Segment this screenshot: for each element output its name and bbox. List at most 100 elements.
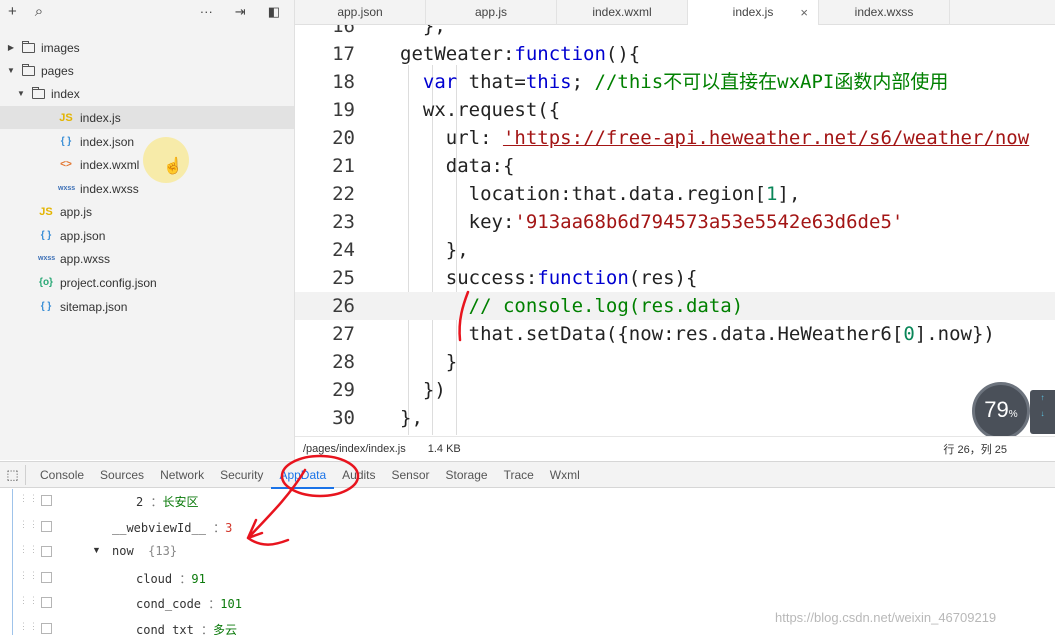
code-token: //this不可以直接在wxAPI函数内部使用 bbox=[594, 71, 949, 93]
drag-handle-icon[interactable]: ⋮⋮ bbox=[19, 494, 38, 507]
drag-handle-icon[interactable]: ⋮⋮ bbox=[19, 545, 38, 558]
devtools-tabs: ⬚ Console Sources Network Security AppData Au… bbox=[0, 461, 1055, 489]
appdata-row[interactable]: ⋮⋮ ▼ now {13} bbox=[0, 540, 1055, 565]
line-number: 29 bbox=[332, 379, 355, 401]
tree-item-pages[interactable]: ▼ pages bbox=[0, 59, 294, 82]
status-bar: /pages/index/index.js 1.4 KB 行 26，列 25 bbox=[295, 436, 1055, 460]
editor-tabs: app.json app.js index.wxml index.js × index.w… bbox=[295, 0, 1055, 26]
line-number: 24 bbox=[332, 239, 355, 261]
json-file-icon: { } bbox=[40, 301, 52, 312]
tree-item-app-js[interactable]: JS app.js bbox=[0, 200, 294, 223]
devtools-tab-trace[interactable]: Trace bbox=[496, 462, 542, 488]
devtools-tab-console[interactable]: Console bbox=[32, 462, 92, 488]
code-token: // console.log(res.data) bbox=[468, 295, 744, 317]
devtools-tab-sensor[interactable]: Sensor bbox=[384, 462, 438, 488]
drag-handle-icon[interactable]: ⋮⋮ bbox=[19, 519, 38, 533]
code-token: wx.request({ bbox=[400, 99, 561, 121]
drag-handle-icon[interactable]: ⋮⋮ bbox=[19, 570, 38, 584]
devtools-tab-audits[interactable]: Audits bbox=[334, 462, 383, 488]
close-icon[interactable]: × bbox=[800, 0, 808, 25]
tab-index-js[interactable]: index.js × bbox=[688, 0, 819, 26]
tree-item-sitemap-json[interactable]: { } sitemap.json bbox=[0, 295, 294, 318]
devtools-tab-appdata[interactable]: AppData bbox=[271, 462, 334, 489]
appdata-row[interactable]: ⋮⋮ __webviewId__ ：3 bbox=[0, 515, 1055, 540]
sort-icon[interactable]: ⇥ bbox=[235, 0, 246, 24]
appdata-value[interactable]: 101 bbox=[220, 597, 242, 611]
row-checkbox[interactable] bbox=[41, 597, 52, 608]
folder-icon bbox=[22, 40, 35, 53]
devtools-tab-wxml[interactable]: Wxml bbox=[542, 462, 588, 488]
drag-handle-icon[interactable]: ⋮⋮ bbox=[19, 596, 38, 609]
tree-item-images[interactable]: ▶ images bbox=[0, 36, 294, 59]
tab-app-js[interactable]: app.js bbox=[426, 0, 557, 25]
folder-icon bbox=[32, 86, 45, 99]
more-icon[interactable]: ··· bbox=[200, 0, 213, 24]
tab-index-wxss[interactable]: index.wxss bbox=[819, 0, 950, 25]
appdata-separator bbox=[134, 544, 148, 558]
tree-item-app-wxss[interactable]: wxss app.wxss bbox=[0, 247, 294, 270]
chevron-down-icon[interactable]: ▼ bbox=[16, 89, 26, 98]
chevron-right-icon[interactable]: ▶ bbox=[6, 43, 16, 52]
appdata-value[interactable]: 长安区 bbox=[162, 495, 198, 509]
code-line: 24 }, bbox=[295, 236, 469, 264]
performance-meter[interactable]: 79% bbox=[972, 382, 1030, 440]
tree-item-index-wxss[interactable]: wxss index.wxss bbox=[0, 177, 294, 200]
appdata-value[interactable]: 3 bbox=[225, 521, 232, 535]
chevron-down-icon[interactable]: ▼ bbox=[92, 545, 101, 555]
tree-item-index-js[interactable]: JS index.js bbox=[0, 106, 294, 129]
inspect-element-icon[interactable]: ⬚ bbox=[0, 464, 26, 485]
collapse-panel-icon[interactable]: ◧ bbox=[268, 0, 280, 24]
tree-item-project-config-json[interactable]: {o} project.config.json bbox=[0, 271, 294, 294]
chevron-down-icon[interactable]: ▼ bbox=[6, 66, 16, 75]
code-line: 20 url: 'https://free-api.heweather.net/… bbox=[295, 124, 1029, 152]
appdata-value[interactable]: 91 bbox=[191, 572, 205, 586]
appdata-entry: cond_code ：101 bbox=[136, 595, 242, 612]
appdata-row[interactable]: ⋮⋮ cloud ：91 bbox=[0, 566, 1055, 591]
drag-handle-icon[interactable]: ⋮⋮ bbox=[19, 621, 38, 635]
appdata-value[interactable]: {13} bbox=[148, 544, 177, 558]
row-checkbox[interactable] bbox=[41, 622, 52, 634]
search-icon[interactable]: ⌕ bbox=[35, 0, 43, 24]
tab-label: index.js bbox=[732, 5, 774, 19]
row-checkbox[interactable] bbox=[41, 495, 52, 506]
line-number: 22 bbox=[332, 183, 355, 205]
cursor-position[interactable]: 行 26，列 25 bbox=[943, 441, 1007, 457]
code-token: 1 bbox=[766, 183, 778, 205]
code-line: 19 wx.request({ bbox=[295, 96, 560, 124]
code-line: 17 getWeater:function(){ bbox=[295, 40, 640, 68]
appdata-separator: ： bbox=[172, 571, 192, 586]
tree-item-label: images bbox=[41, 40, 80, 55]
line-number: 20 bbox=[332, 127, 355, 149]
devtools-tab-network[interactable]: Network bbox=[152, 462, 212, 488]
devtools-tab-sources[interactable]: Sources bbox=[92, 462, 152, 488]
tree-item-label: sitemap.json bbox=[60, 299, 128, 314]
code-token: success: bbox=[400, 267, 538, 289]
code-line: 27 that.setData({now:res.data.HeWeather6… bbox=[295, 320, 995, 348]
wxss-file-icon: wxss bbox=[58, 185, 76, 192]
appdata-key: __webviewId__ bbox=[112, 520, 206, 535]
tree-item-app-json[interactable]: { } app.json bbox=[0, 224, 294, 247]
network-speed-widget[interactable]: ↑ ↓ bbox=[1030, 390, 1055, 434]
code-line: 30}, bbox=[295, 404, 423, 432]
row-checkbox[interactable] bbox=[41, 571, 52, 583]
tab-index-wxml[interactable]: index.wxml bbox=[557, 0, 688, 25]
tab-app-json[interactable]: app.json bbox=[295, 0, 426, 25]
tree-item-index[interactable]: ▼ index bbox=[0, 82, 294, 105]
line-number: 25 bbox=[332, 267, 355, 289]
devtools-tab-storage[interactable]: Storage bbox=[438, 462, 496, 488]
code-editor[interactable]: 16 }, 17 getWeater:function(){18 var that=… bbox=[295, 25, 1055, 435]
row-checkbox[interactable] bbox=[41, 520, 52, 532]
code-line: 23 key:'913aa68b6d794573a53e5542e63d6de5… bbox=[295, 208, 903, 236]
add-icon[interactable]: + bbox=[8, 0, 17, 24]
json-file-icon: { } bbox=[40, 230, 52, 241]
appdata-value[interactable]: 多云 bbox=[213, 623, 237, 635]
code-token: (){ bbox=[605, 43, 641, 65]
row-checkbox[interactable] bbox=[41, 546, 52, 557]
code-token: key: bbox=[400, 211, 515, 233]
code-token: that= bbox=[457, 71, 526, 93]
appdata-key: cond_code bbox=[136, 597, 202, 611]
devtools-tab-security[interactable]: Security bbox=[212, 462, 271, 488]
appdata-row[interactable]: ⋮⋮ 2 ：长安区 bbox=[0, 489, 1055, 514]
